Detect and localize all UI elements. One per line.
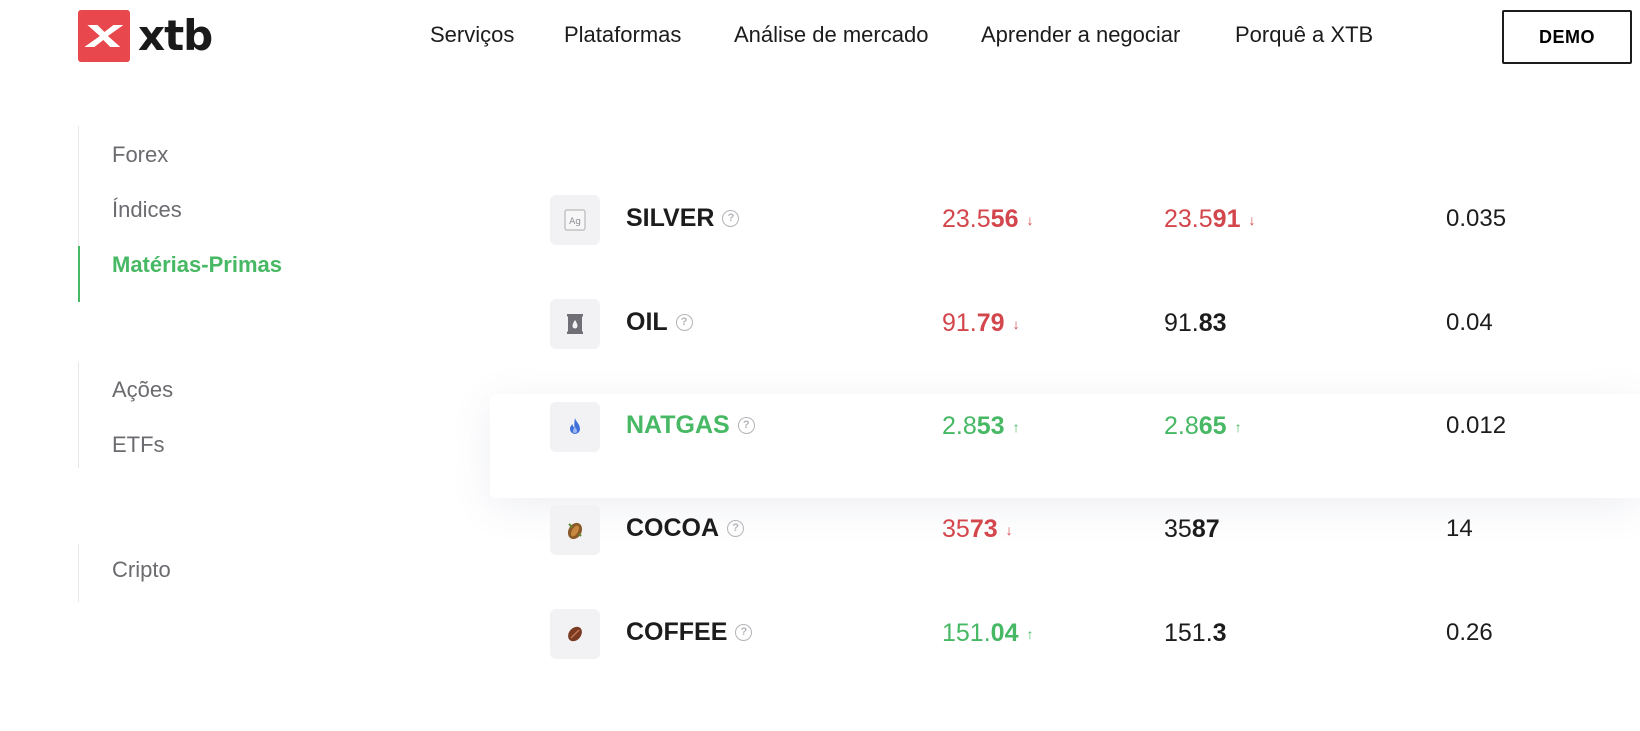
table-row[interactable]: COFFEE ? 151. 04 ↑ 151. 3 0.26	[540, 582, 1640, 686]
arrow-down-icon: ↓	[1012, 315, 1020, 332]
buy-price: 2.8 65 ↑	[1164, 412, 1242, 441]
buy-price-prefix: 35	[1164, 515, 1192, 543]
table-row[interactable]: Ag SILVER ? 23.5 56 ↓ 23.5 91 ↓ 0.035	[540, 168, 1640, 272]
arrow-up-icon: ↑	[1012, 418, 1020, 435]
spread-value: 0.012	[1446, 412, 1507, 439]
buy-price-prefix: 91.	[1164, 309, 1199, 337]
buy-price-pips: 3	[1212, 619, 1227, 647]
sell-price-pips: 73	[969, 515, 998, 543]
sell-price: 2.8 53 ↑	[942, 412, 1020, 441]
sidebar-group-3	[78, 544, 79, 602]
symbol-label: OIL	[626, 308, 668, 336]
sell-price-prefix: 2.8	[942, 412, 977, 440]
help-icon[interactable]: ?	[675, 314, 693, 331]
sidebar-group-2	[78, 362, 79, 468]
buy-price-pips: 65	[1198, 412, 1227, 440]
instrument-symbol[interactable]: SILVER ?	[626, 204, 740, 233]
sell-price-prefix: 151.	[942, 619, 991, 647]
sidebar-item-forex[interactable]: Forex	[112, 142, 168, 168]
arrow-down-icon: ↓	[1005, 521, 1013, 538]
logo-text: xtb	[138, 11, 213, 60]
sell-price-prefix: 23.5	[942, 205, 991, 233]
xtb-logo-mark-icon	[78, 10, 130, 62]
nav-aprender-a-negociar[interactable]: Aprender a negociar	[981, 22, 1180, 48]
arrow-down-icon: ↓	[1248, 211, 1256, 228]
table-row[interactable]: NATGAS ? 2.8 53 ↑ 2.8 65 ↑ 0.012	[540, 375, 1640, 479]
sidebar-active-indicator	[78, 246, 80, 302]
sell-price-pips: 56	[990, 205, 1019, 233]
sell-price-pips: 53	[976, 412, 1005, 440]
symbol-label: NATGAS	[626, 411, 730, 439]
nav-porque-a-xtb[interactable]: Porquê a XTB	[1235, 22, 1373, 48]
xtb-logo[interactable]: xtb	[78, 10, 213, 62]
cocoa-pod-icon	[550, 505, 600, 555]
sell-price: 35 73 ↓	[942, 515, 1013, 544]
sell-price-pips: 04	[990, 619, 1019, 647]
arrow-down-icon: ↓	[1026, 211, 1034, 228]
top-header: xtb Serviços Plataformas Análise de merc…	[0, 0, 1640, 76]
sell-price-prefix: 35	[942, 515, 970, 543]
buy-price-pips: 87	[1191, 515, 1220, 543]
sidebar-item-indices[interactable]: Índices	[112, 197, 182, 223]
instrument-symbol[interactable]: OIL ?	[626, 308, 693, 337]
buy-price-prefix: 23.5	[1164, 205, 1213, 233]
sidebar-item-acoes[interactable]: Ações	[112, 377, 173, 403]
spread-value: 0.035	[1446, 205, 1507, 232]
sell-price: 23.5 56 ↓	[942, 205, 1033, 234]
instrument-symbol[interactable]: NATGAS ?	[626, 411, 755, 440]
table-row[interactable]: COCOA ? 35 73 ↓ 35 87 14	[540, 478, 1640, 582]
sell-price: 151. 04 ↑	[942, 619, 1033, 648]
nav-servicos[interactable]: Serviços	[430, 22, 514, 48]
sidebar-item-cripto[interactable]: Cripto	[112, 557, 171, 583]
spread-value: 14	[1446, 515, 1473, 542]
silver-ag-icon: Ag	[550, 195, 600, 245]
demo-button[interactable]: DEMO	[1502, 10, 1632, 64]
help-icon[interactable]: ?	[737, 417, 755, 434]
spread-value: 0.26	[1446, 619, 1493, 646]
sell-price-pips: 79	[976, 309, 1005, 337]
table-row[interactable]: OIL ? 91. 79 ↓ 91. 83 0.04	[540, 272, 1640, 376]
buy-price-prefix: 151.	[1164, 619, 1213, 647]
buy-price-pips: 83	[1198, 309, 1227, 337]
instrument-symbol[interactable]: COCOA ?	[626, 514, 745, 543]
buy-price: 151. 3	[1164, 619, 1227, 648]
buy-price: 23.5 91 ↓	[1164, 205, 1255, 234]
symbol-label: COFFEE	[626, 618, 728, 646]
sidebar-item-materias-primas[interactable]: Matérias-Primas	[112, 252, 282, 278]
symbol-label: COCOA	[626, 514, 720, 542]
arrow-up-icon: ↑	[1234, 418, 1242, 435]
sidebar-item-etfs[interactable]: ETFs	[112, 432, 165, 458]
spread-value: 0.04	[1446, 309, 1493, 336]
sell-price: 91. 79 ↓	[942, 309, 1020, 338]
help-icon[interactable]: ?	[722, 210, 740, 227]
sell-price-prefix: 91.	[942, 309, 977, 337]
buy-price: 35 87	[1164, 515, 1220, 544]
buy-price-pips: 91	[1212, 205, 1241, 233]
arrow-up-icon: ↑	[1026, 625, 1034, 642]
help-icon[interactable]: ?	[735, 624, 753, 641]
help-icon[interactable]: ?	[727, 520, 745, 537]
instrument-symbol[interactable]: COFFEE ?	[626, 618, 753, 647]
coffee-bean-icon	[550, 609, 600, 659]
svg-text:Ag: Ag	[569, 217, 581, 227]
buy-price: 91. 83	[1164, 309, 1227, 338]
nav-analise-de-mercado[interactable]: Análise de mercado	[734, 22, 928, 48]
symbol-label: SILVER	[626, 204, 715, 232]
buy-price-prefix: 2.8	[1164, 412, 1199, 440]
gas-flame-icon	[550, 402, 600, 452]
nav-plataformas[interactable]: Plataformas	[564, 22, 681, 48]
oil-barrel-icon	[550, 299, 600, 349]
